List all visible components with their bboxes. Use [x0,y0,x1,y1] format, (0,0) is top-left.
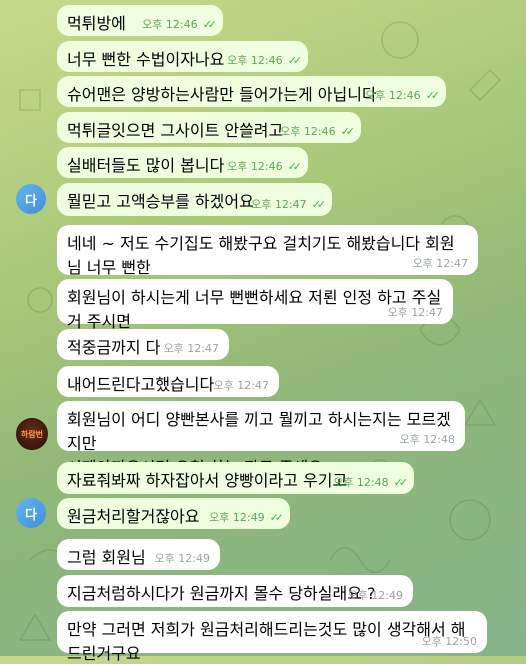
message-time: 오후 12:46 [280,125,336,138]
message-text: 슈어맨은 양방하는사람만 들어가는게 아닙니다 [67,85,377,104]
agent-avatar[interactable]: 하람번 [16,418,48,450]
user-avatar[interactable]: 다 [16,498,46,528]
message-meta: 오후 12:46 ✓✓ [280,123,356,139]
message-text: 먹튀글잇으면 그사이트 안쓸려고 [67,121,284,140]
message-time: 오후 12:47 [412,257,468,270]
message-text: 실배터들도 많이 봅니다 [67,156,225,175]
message-bubble[interactable]: 슈어맨은 양방하는사람만 들어가는게 아닙니다 오후 12:46 ✓✓ [57,76,446,107]
message-time: 오후 12:46 [227,54,283,67]
message-time: 오후 12:46 [365,89,421,102]
message-meta: 오후 12:48 ✓✓ [333,474,409,490]
message-bubble[interactable]: 만약 그러면 저희가 원금처리해드리는것도 많이 생각해서 해드린거구요 오후 … [57,611,487,663]
message-meta: 오후 12:49 [155,550,210,566]
message-meta: 오후 12:46 ✓✓ [142,16,218,32]
agent-logo-text: 하람번 [20,429,44,439]
message-bubble[interactable]: 실배터들도 많이 봅니다 오후 12:46 ✓✓ [57,147,308,178]
message-meta: 오후 12:47 [164,340,219,356]
chat-window: 먹튀방에 오후 12:46 ✓✓ 너무 뻔한 수법이자나요 오후 12:46 ✓✓ … [0,0,526,663]
message-text: 그럼 회원님 [67,548,146,567]
message-bubble[interactable]: 내어드린다고했습니다 오후 12:47 [57,366,279,397]
message-meta: 오후 12:49 [348,587,403,603]
message-time: 오후 12:47 [163,342,219,355]
avatar-initial: 다 [25,193,37,209]
message-time: 오후 12:46 [142,18,198,31]
message-text: 만약 그러면 저희가 원금처리해드리는것도 많이 생각해서 해드린거구요 [67,620,466,663]
message-bubble[interactable]: 뭘믿고 고액승부를 하겠어요 오후 12:47 ✓✓ [57,183,332,216]
message-text: 뭘믿고 고액승부를 하겠어요 [67,192,254,211]
message-text: 먹튀방에 [67,14,126,33]
message-time: 오후 12:47 [213,379,269,392]
message-meta: 오후 12:47 [388,304,443,320]
read-check-icon: ✓✓ [269,511,285,524]
message-meta: 오후 12:50 [422,633,477,649]
message-bubble[interactable]: 회원님이 하시는게 너무 뻔뻔하세요 저뢴 인정 하고 주실거 주시면 오후 1… [57,279,453,331]
message-text: 원금처리할거잖아요 [67,507,200,526]
read-check-icon: ✓✓ [425,89,441,102]
read-check-icon: ✓✓ [202,18,218,31]
read-check-icon: ✓✓ [287,160,303,173]
message-time: 오후 12:47 [387,306,443,319]
message-bubble[interactable]: 너무 뻔한 수법이자나요 오후 12:46 ✓✓ [57,41,308,72]
message-bubble[interactable]: 먹튀글잇으면 그사이트 안쓸려고 오후 12:46 ✓✓ [57,112,361,143]
message-meta: 오후 12:48 [400,431,455,447]
read-check-icon: ✓✓ [311,198,327,211]
message-time: 오후 12:50 [421,635,477,648]
message-text: 적중금까지 다 [67,338,161,357]
message-bubble[interactable]: 적중금까지 다 오후 12:47 [57,329,229,360]
message-meta: 오후 12:46 ✓✓ [227,158,303,174]
avatar-initial: 다 [25,507,37,523]
message-time: 오후 12:48 [399,433,455,446]
message-bubble[interactable]: 자료줘봐짜 하자잡아서 양빵이라고 우기고 오후 12:48 ✓✓ [57,462,414,494]
user-avatar[interactable]: 다 [16,184,46,214]
message-bubble[interactable]: 그럼 회원님 오후 12:49 [57,539,220,570]
message-time: 오후 12:49 [154,552,210,565]
message-time: 오후 12:49 [209,511,265,524]
message-meta: 오후 12:49 ✓✓ [209,509,285,525]
message-text: 내어드린다고했습니다 [67,375,215,394]
message-time: 오후 12:49 [347,589,403,602]
message-bubble[interactable]: 원금처리할거잖아요 오후 12:49 ✓✓ [57,498,290,529]
read-check-icon: ✓✓ [393,476,409,489]
message-meta: 오후 12:47 ✓✓ [251,196,327,212]
message-time: 오후 12:47 [251,198,307,211]
message-meta: 오후 12:47 [214,377,269,393]
message-text: 자료줘봐짜 하자잡아서 양빵이라고 우기고 [67,471,348,490]
message-time: 오후 12:46 [227,160,283,173]
message-bubble[interactable]: 회원님이 어디 양빤본사를 끼고 뭘끼고 하시는지는 모르겠지만 시제아까우시면… [57,401,465,477]
message-bubble[interactable]: 네네 ~ 저도 수기집도 해봤구요 걸치기도 해봤습니다 회원님 너무 뻔한 레… [57,225,478,301]
message-bubble[interactable]: 먹튀방에 오후 12:46 ✓✓ [57,5,223,36]
message-text: 너무 뻔한 수법이자나요 [67,50,225,69]
read-check-icon: ✓✓ [340,125,356,138]
message-meta: 오후 12:46 ✓✓ [227,52,303,68]
message-bubble[interactable]: 지금처럼하시다가 원금까지 몰수 당하실래요 ? 오후 12:49 [57,575,413,607]
message-meta: 오후 12:47 [413,255,468,271]
message-time: 오후 12:48 [333,476,389,489]
message-text: 지금처럼하시다가 원금까지 몰수 당하실래요 ? [67,584,376,603]
read-check-icon: ✓✓ [287,54,303,67]
message-meta: 오후 12:46 ✓✓ [365,87,441,103]
